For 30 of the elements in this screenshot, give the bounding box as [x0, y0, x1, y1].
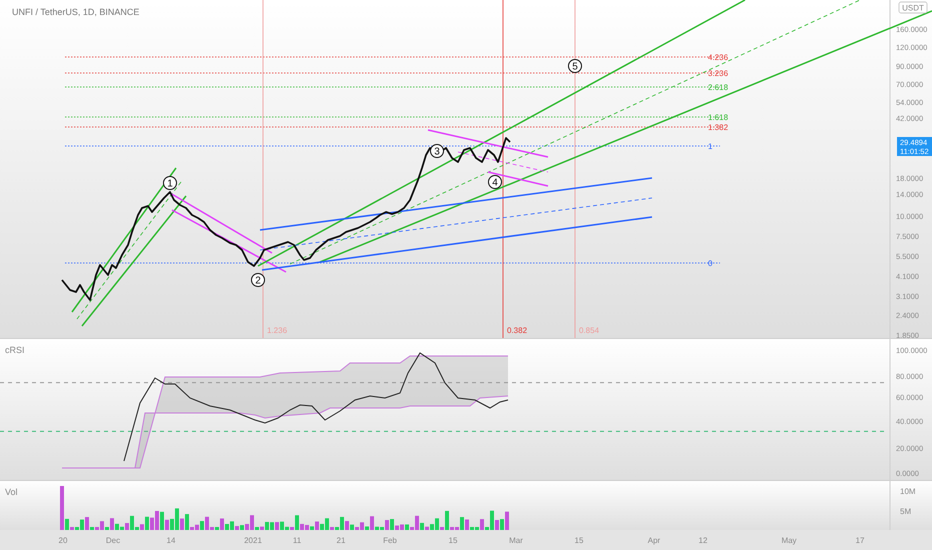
- fib-level-label: 2.618: [708, 83, 728, 92]
- time-axis-label: 15: [448, 536, 458, 545]
- time-fib-label: 1.236: [267, 326, 288, 335]
- time-axis-label: 15: [574, 536, 584, 545]
- time-axis-label: May: [781, 536, 797, 545]
- time-axis-label: Dec: [106, 536, 120, 545]
- indicator-title: cRSI: [5, 345, 25, 355]
- time-fib-label: 0.854: [579, 326, 600, 335]
- time-axis-label: Mar: [509, 536, 523, 545]
- fib-level-label: 1.618: [708, 113, 728, 122]
- symbol-title: UNFI / TetherUS, 1D, BINANCE: [12, 7, 140, 17]
- time-axis-label: Apr: [648, 536, 660, 545]
- time-axis-label: 20: [58, 536, 68, 545]
- time-axis-label: 11: [292, 536, 302, 545]
- currency-badge[interactable]: USDT: [898, 2, 928, 14]
- fib-level-label: 1.382: [708, 123, 728, 132]
- time-axis-label: 14: [166, 536, 176, 545]
- time-axis-label: 17: [856, 536, 864, 545]
- volume-axis-label: 10M: [900, 487, 916, 496]
- fib-level-label: 0: [708, 259, 712, 268]
- volume-axis-label: 5M: [900, 507, 912, 516]
- fib-level-label: 4.236: [708, 53, 728, 62]
- time-axis-label: Feb: [383, 536, 397, 545]
- fib-level-label: 1: [708, 142, 712, 151]
- time-axis-label: 21: [336, 536, 346, 545]
- time-axis-label: 2021: [244, 536, 262, 545]
- indicator-title: Vol: [5, 487, 18, 497]
- fib-level-label: 3.236: [708, 69, 728, 78]
- time-axis-label: 12: [698, 536, 708, 545]
- time-fib-label: 0.382: [507, 326, 528, 335]
